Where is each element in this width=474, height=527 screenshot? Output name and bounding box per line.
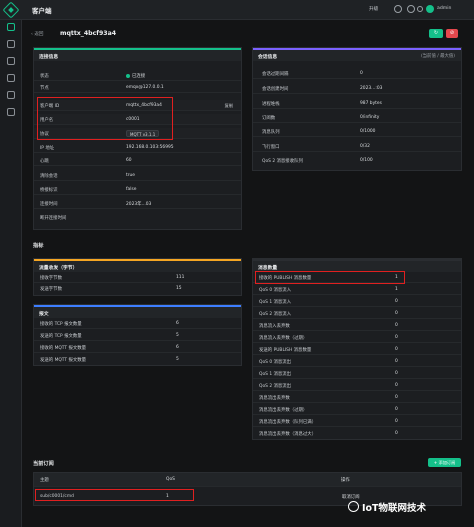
row-node: 节点 emqx@127.0.0.1 (34, 82, 241, 93)
row-clean-session: 清除会话 true (34, 170, 241, 181)
wechat-icon (348, 501, 359, 512)
upgrade-menu[interactable]: 升级 (369, 6, 378, 12)
message-row: QoS 1 消息流出 0 (253, 368, 461, 379)
sidebar-integration-icon[interactable] (7, 57, 15, 65)
sidebar-dashboard-icon[interactable] (7, 23, 15, 31)
page-title: mqttx_4bcf93a4 (60, 30, 117, 37)
message-row: QoS 0 消息流出 0 (253, 356, 461, 367)
row-heap-size: 进程堆栈 987 bytes (253, 98, 461, 109)
connection-info-panel: 连接信息 状态 已连接 节点 emqx@127.0.0.1 客户端 ID mqttx_… (33, 47, 242, 230)
row-mqueue: 消息队列 0/1000 (253, 126, 461, 137)
notification-icon[interactable] (394, 5, 402, 13)
traffic-panel: 流量收发（字节） 接收字节数 111 发送字节数 15 (33, 258, 242, 296)
row-send-mqtt: 发送的 MQTT 报文数量 5 (40, 357, 179, 363)
connection-info-header: 连接信息 (34, 48, 241, 61)
emqx-logo-icon (2, 1, 20, 19)
subscription-qos: 1 (166, 494, 169, 499)
delete-button[interactable]: ⊘ (446, 29, 458, 38)
help-icon[interactable] (407, 5, 415, 13)
row-connected-at: 连接时间 2023年...03 (34, 198, 241, 209)
sidebar-access-control-icon[interactable] (7, 40, 15, 48)
row-awaiting-rel: QoS 2 消息接收队列 0/100 (262, 158, 373, 164)
messages-header: 消息数量 (253, 259, 461, 272)
traffic-header: 流量收发（字节） (34, 259, 241, 272)
row-username: 用户名 c0001 (34, 114, 241, 125)
protocol-tag: MQTT v3.1.1 (126, 130, 160, 137)
message-row: 消息流入丢弃数（过期） 0 (253, 332, 461, 343)
subscriptions-title: 当前订阅 (33, 461, 54, 467)
messages-title: 消息数量 (258, 266, 278, 271)
packets-header: 报文 (34, 305, 241, 318)
connected-dot-icon (126, 73, 130, 78)
packets-title: 报文 (39, 312, 49, 317)
session-info-hint: (当前值 / 最大值) (420, 54, 455, 59)
watermark: IoT物联网技术 (362, 503, 427, 514)
message-row: 消息流入丢弃数 0 (253, 320, 461, 331)
row-recv-mqtt: 接收的 MQTT 报文数量 6 (34, 342, 241, 353)
message-row: 消息流出丢弃数（消息过大） 0 (259, 431, 398, 437)
message-row: 消息流出丢弃数 0 (253, 392, 461, 403)
top-bar: 客户端 升级 admin (0, 0, 474, 20)
row-subscriptions: 订阅数 0/infinity (253, 112, 461, 123)
column-topic: 主题 (40, 478, 49, 483)
row-recv-tcp: 接收的 TCP 报文数量 6 (34, 318, 241, 329)
row-protocol: 协议 MQTT v3.1.1 (34, 128, 241, 139)
column-action: 操作 (341, 478, 350, 483)
sidebar-diagnose-icon[interactable] (7, 91, 15, 99)
message-row: QoS 1 消息流入 0 (253, 296, 461, 307)
row-session-created: 会话创建时间 2023...:03 (253, 83, 461, 94)
message-row: 消息流出丢弃数（过期） 0 (253, 404, 461, 415)
connection-info-title: 连接信息 (39, 55, 59, 60)
row-bridge: 桥接标识 false (34, 184, 241, 195)
row-client-id: 客户端 ID mqttx_4bcf93a4 复制 (34, 100, 241, 111)
avatar[interactable] (426, 5, 434, 13)
message-row: QoS 0 消息流入 1 (253, 284, 461, 295)
username[interactable]: admin (437, 6, 451, 11)
row-ip: IP 地址 192.168.0.103:56995 (34, 142, 241, 153)
refresh-button[interactable]: ↻ (429, 29, 443, 38)
row-disconnected-at: 断开连接时间 (40, 216, 67, 221)
row-send-tcp: 发送的 TCP 报文数量 5 (34, 330, 241, 341)
sidebar-management-icon[interactable] (7, 74, 15, 82)
row-send-bytes: 发送字节数 15 (40, 286, 182, 292)
row-session-expiry: 会话过期间隔 0 (253, 68, 461, 79)
settings-icon[interactable] (417, 6, 423, 12)
copy-button[interactable]: 复制 (225, 103, 233, 109)
row-keepalive: 心跳 60 (34, 155, 241, 166)
metrics-title: 指标 (33, 243, 44, 249)
message-row: QoS 2 消息流出 0 (253, 380, 461, 391)
row-status: 状态 已连接 (34, 70, 241, 81)
sidebar (0, 20, 22, 527)
message-row: 消息流出丢弃数（队列已满） 0 (253, 416, 461, 427)
subscription-topic: sub/c0001/cmd (40, 494, 74, 499)
messages-panel: 消息数量 接收的 PUBLISH 消息数量 1 QoS 0 消息流入 1 QoS 1… (252, 258, 462, 440)
message-row: 发送的 PUBLISH 消息数量 0 (253, 344, 461, 355)
message-row: QoS 2 消息流入 0 (253, 308, 461, 319)
session-info-header: 会话信息 (当前值 / 最大值) (253, 48, 461, 61)
table-header: 主题 QoS 操作 (34, 473, 461, 487)
column-qos: QoS (166, 477, 175, 482)
session-info-panel: 会话信息 (当前值 / 最大值) 会话过期间隔 0 会话创建时间 2023...:0… (252, 47, 462, 171)
sidebar-system-icon[interactable] (7, 108, 15, 116)
packets-panel: 报文 接收的 TCP 报文数量 6 发送的 TCP 报文数量 5 接收的 MQTT … (33, 304, 242, 366)
unsubscribe-button[interactable]: 取消订阅 (342, 494, 360, 500)
traffic-title: 流量收发（字节） (39, 266, 78, 271)
add-subscription-button[interactable]: + 添加订阅 (428, 458, 461, 467)
row-recv-bytes: 接收字节数 111 (34, 272, 241, 283)
row-inflight: 飞行窗口 0/32 (253, 141, 461, 152)
message-row: 接收的 PUBLISH 消息数量 1 (253, 272, 461, 283)
session-info-title: 会话信息 (258, 55, 278, 60)
app-title: 客户端 (32, 7, 52, 15)
back-link[interactable]: ‹ 返回 (31, 31, 44, 37)
